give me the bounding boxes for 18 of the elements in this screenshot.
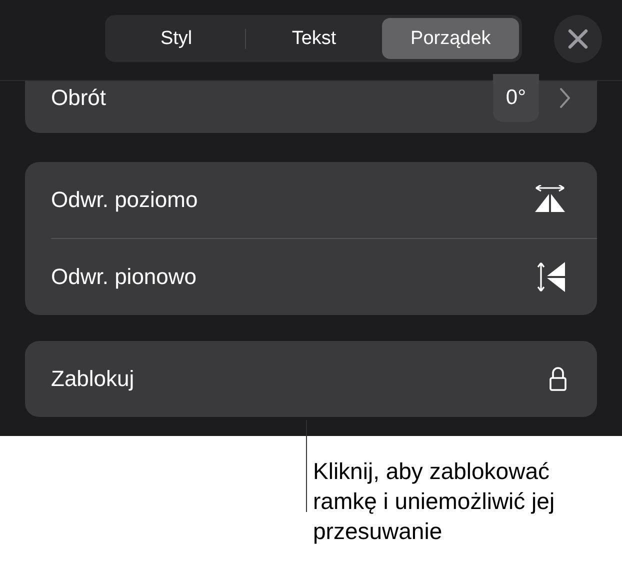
tab[interactable]: Tekst bbox=[246, 18, 382, 59]
close-button[interactable] bbox=[554, 15, 602, 63]
lock-label: Zablokuj bbox=[51, 366, 134, 392]
callout-text: Kliknij, aby zablokować ramkę i uniemożliwić jej przesuwanie bbox=[313, 457, 556, 546]
flip-row[interactable]: Odwr. pionowo bbox=[51, 239, 597, 315]
tab[interactable]: Styl bbox=[108, 18, 245, 59]
flip-horizontal-icon bbox=[533, 185, 567, 215]
close-icon bbox=[567, 28, 589, 50]
rotation-value-field[interactable]: 0° bbox=[492, 74, 539, 122]
flip-label: Odwr. pionowo bbox=[51, 264, 197, 290]
flip-vertical-icon bbox=[537, 260, 567, 294]
flip-label: Odwr. poziomo bbox=[51, 187, 198, 213]
chevron-icon bbox=[559, 87, 571, 109]
lock-icon bbox=[549, 366, 567, 392]
flip-row[interactable]: Odwr. poziomo bbox=[51, 162, 597, 238]
tab[interactable]: Porządek bbox=[382, 18, 520, 59]
rotation-label: Obrót bbox=[51, 85, 108, 111]
lock-row[interactable]: Zablokuj bbox=[25, 341, 597, 417]
